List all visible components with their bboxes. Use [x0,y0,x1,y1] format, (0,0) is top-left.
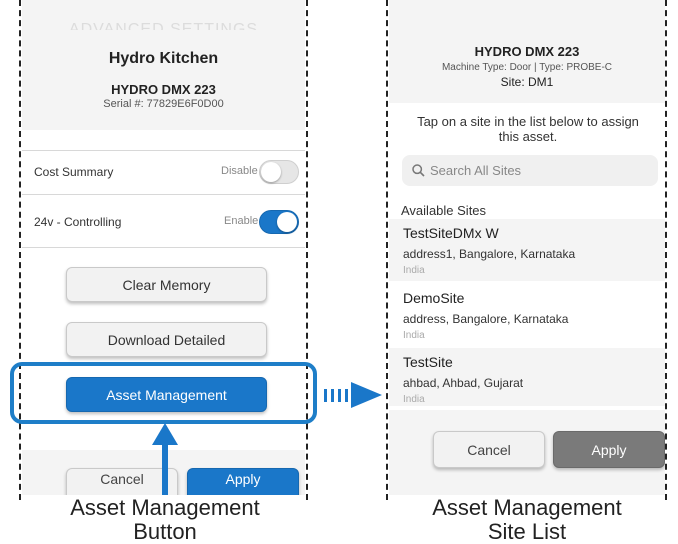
toggle-knob [277,212,297,232]
setting-label: 24v - Controlling [34,215,122,229]
toggle-knob [261,162,281,182]
site-list-item[interactable]: TestSite ahbad, Ahbad, Gujarat India [389,348,665,406]
setting-label: Cost Summary [34,165,114,179]
up-arrow-icon [152,423,178,495]
24v-controlling-toggle[interactable] [259,210,299,234]
site-name: TestSiteDMx W [403,225,499,241]
apply-button[interactable]: Apply [187,468,299,495]
machine-type: Machine Type: Door | Type: PROBE-C [441,62,613,73]
caption-line: Asset Management [432,495,622,520]
instruction-text: Tap on a site in the list below to assig… [417,114,639,144]
site-list-item[interactable]: DemoSite address, Bangalore, Karnataka I… [389,284,665,346]
site-address: ahbad, Ahbad, Gujarat [403,376,524,390]
left-caption: Asset Management Button [0,496,330,544]
left-header-panel: ADVANCED SETTINGS Hydro Kitchen HYDRO DM… [22,0,305,130]
setting-row-cost-summary: Cost Summary Disable [22,151,305,193]
site-name: TestSite [403,354,453,370]
right-arrow-icon [324,382,382,408]
right-footer-panel: Cancel Apply [389,410,665,495]
kitchen-name: Hydro Kitchen [108,50,219,67]
divider [22,247,305,248]
search-field[interactable]: Search All Sites [402,155,658,186]
site-name: DemoSite [403,290,465,306]
clear-memory-button[interactable]: Clear Memory [66,267,267,302]
right-caption: Asset Management Site List [362,496,678,544]
caption-line: Site List [487,519,567,544]
site-address: address, Bangalore, Karnataka [403,312,569,326]
right-header-panel: HYDRO DMX 223 Machine Type: Door | Type:… [389,0,665,103]
machine-model: HYDRO DMX 223 [474,44,580,59]
right-screen-border-right [665,0,667,500]
search-icon [412,164,425,177]
left-screen-border-left [19,0,21,500]
right-screen-border-left [386,0,388,500]
site-country: India [403,394,425,405]
search-placeholder: Search All Sites [430,163,522,178]
left-screen-border-right [306,0,308,500]
site-label: Site: DM1 [500,75,554,89]
setting-state-label: Enable [224,215,259,227]
highlight-box [10,362,317,424]
caption-line: Button [133,519,197,544]
cancel-button[interactable]: Cancel [433,431,545,468]
divider [22,194,305,195]
setting-row-24v-controlling: 24v - Controlling Enable [22,200,305,242]
available-sites-label: Available Sites [401,203,487,218]
site-address: address1, Bangalore, Karnataka [403,247,576,261]
setting-state-label: Disable [221,165,258,177]
site-list-item[interactable]: TestSiteDMx W address1, Bangalore, Karna… [389,219,665,281]
download-detailed-button[interactable]: Download Detailed [66,322,267,357]
cropped-header-title: ADVANCED SETTINGS [22,22,305,30]
serial-number: Serial #: 77829E6F0D00 [103,98,224,110]
site-country: India [403,330,425,341]
site-country: India [403,265,425,276]
caption-line: Asset Management [70,495,260,520]
machine-model: HYDRO DMX 223 [111,82,216,97]
apply-button[interactable]: Apply [553,431,665,468]
cost-summary-toggle[interactable] [259,160,299,184]
